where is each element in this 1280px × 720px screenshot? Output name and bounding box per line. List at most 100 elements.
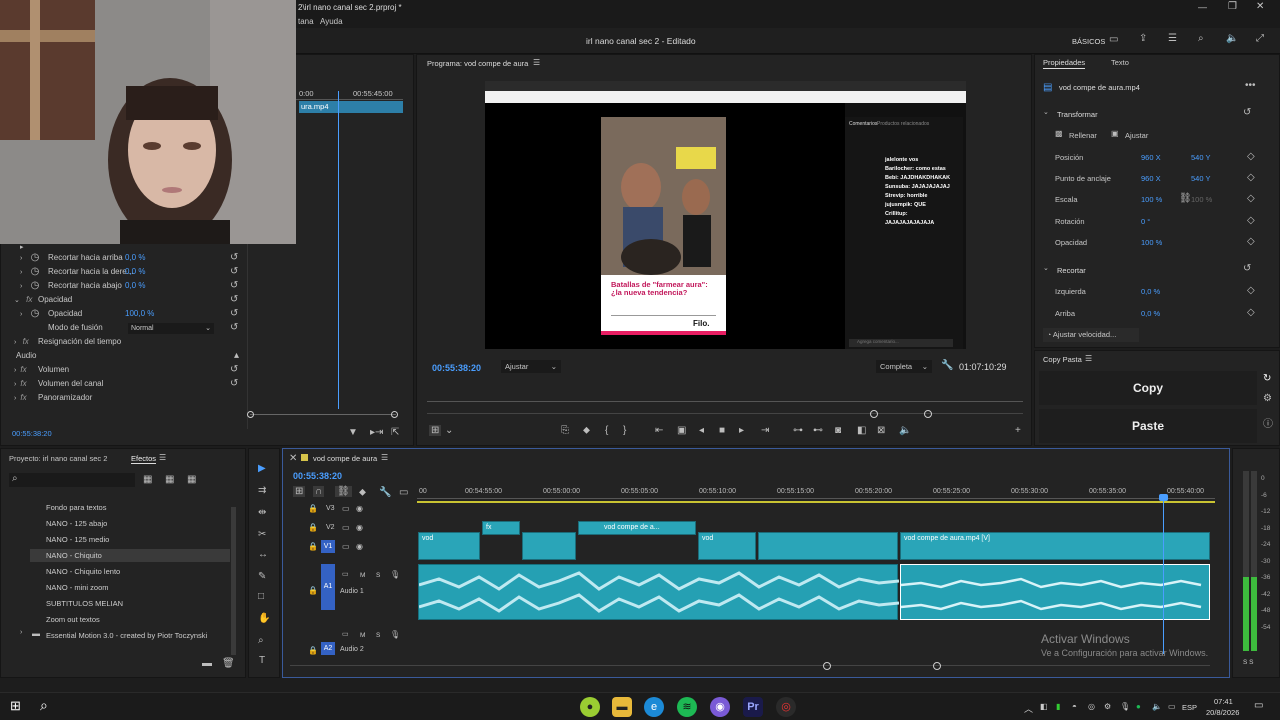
sequence-name[interactable]: vod compe de aura bbox=[313, 454, 377, 463]
scale-value[interactable]: 100 % bbox=[1141, 195, 1162, 204]
maximize-button[interactable]: ❐ bbox=[1228, 1, 1237, 12]
new-folder-icon[interactable]: ▬ bbox=[202, 658, 212, 669]
step-forward-icon[interactable]: ▸ bbox=[739, 425, 744, 436]
close-button[interactable]: ✕ bbox=[1256, 1, 1264, 12]
reset-icon[interactable]: ↺ bbox=[230, 363, 238, 377]
effect-value[interactable]: 0,0 % bbox=[125, 265, 145, 279]
nest-icon[interactable]: ⊞ bbox=[293, 486, 306, 497]
keyframe-icon[interactable]: ◇ bbox=[1247, 236, 1255, 247]
32bit-icon[interactable]: ▦ bbox=[165, 474, 174, 485]
source-playhead[interactable] bbox=[338, 91, 339, 409]
expand-icon[interactable]: › bbox=[20, 629, 22, 636]
effect-folder[interactable]: Essential Motion 3.0 - created by Piotr … bbox=[46, 631, 207, 640]
stopwatch-icon[interactable]: ◷ bbox=[31, 307, 40, 321]
network-icon[interactable]: ▭ bbox=[1168, 702, 1176, 711]
blend-select[interactable]: Normal ⌄ bbox=[128, 323, 214, 334]
track-v1[interactable]: V1 bbox=[321, 540, 335, 553]
chevron-down-icon[interactable]: ⌄ bbox=[445, 425, 453, 436]
project-scrollbar[interactable] bbox=[231, 507, 236, 655]
menu-icon[interactable]: ☰ bbox=[159, 453, 166, 462]
sync-icon[interactable]: ▭ bbox=[342, 570, 349, 578]
v1-clip[interactable] bbox=[758, 532, 898, 560]
effect-item[interactable]: NANO - 125 medio bbox=[46, 535, 109, 544]
audio-row-volume[interactable]: › fx Volumen ↺ bbox=[14, 363, 246, 377]
work-area-bar[interactable] bbox=[417, 501, 1215, 503]
keyframe-icon[interactable]: ◇ bbox=[1247, 285, 1255, 296]
link-icon[interactable]: ⛓ bbox=[1179, 193, 1192, 204]
reset-icon[interactable]: ↺ bbox=[230, 279, 238, 293]
stopwatch-icon[interactable]: ◷ bbox=[31, 279, 40, 293]
app-icon[interactable]: ● bbox=[580, 697, 600, 717]
reset-icon[interactable]: ↺ bbox=[1243, 107, 1251, 118]
timeline-timecode[interactable]: 00:55:38:20 bbox=[293, 471, 342, 481]
effect-item[interactable]: NANO - Chiquito lento bbox=[46, 567, 120, 576]
v2-clip[interactable]: fx bbox=[482, 521, 520, 535]
wrench-icon[interactable]: 🔧 bbox=[941, 360, 953, 371]
workspace-label[interactable]: BÁSICOS bbox=[1072, 37, 1105, 46]
effect-item[interactable]: Zoom out textos bbox=[46, 615, 100, 624]
scroll-handle-right[interactable] bbox=[391, 411, 398, 418]
track-select-icon[interactable]: ⇉ bbox=[258, 485, 266, 496]
mark-out-icon[interactable]: } bbox=[623, 425, 626, 436]
info-icon[interactable]: ⓘ bbox=[1263, 415, 1273, 430]
mute-button[interactable]: M bbox=[360, 572, 365, 579]
timeline-zoom-right[interactable] bbox=[933, 662, 941, 670]
quality-select[interactable]: Completa ⌄ bbox=[876, 360, 932, 373]
menu-icon[interactable]: ☰ bbox=[533, 58, 540, 67]
position-y[interactable]: 540 Y bbox=[1191, 153, 1210, 162]
minimize-button[interactable]: — bbox=[1198, 2, 1207, 12]
crop-top-value[interactable]: 0,0 % bbox=[1141, 309, 1160, 318]
a1-clip[interactable] bbox=[418, 564, 899, 620]
reset-icon[interactable]: ↺ bbox=[230, 251, 238, 265]
spotify-icon[interactable]: ≋ bbox=[677, 697, 697, 717]
scroll-handle-left[interactable] bbox=[247, 411, 254, 418]
sync-icon[interactable]: ▭ bbox=[342, 542, 350, 551]
windows-start-icon[interactable]: ⊞ bbox=[10, 698, 21, 714]
fill-icon[interactable]: ▩ bbox=[1055, 129, 1063, 138]
stopwatch-icon[interactable]: ◷ bbox=[31, 251, 40, 265]
fill-label[interactable]: Rellenar bbox=[1069, 131, 1097, 140]
filter-icon[interactable]: ▼ bbox=[348, 427, 358, 438]
lock-icon[interactable]: 🔒 bbox=[308, 523, 318, 532]
safe-margin-icon[interactable]: ▣ bbox=[677, 425, 686, 436]
premiere-icon[interactable]: Pr bbox=[743, 697, 763, 717]
obs-icon[interactable]: ◎ bbox=[776, 697, 796, 717]
tab-project[interactable]: Proyecto: irl nano canal sec 2 bbox=[9, 454, 107, 463]
reset-icon[interactable]: ↺ bbox=[230, 293, 238, 307]
v2-clip[interactable]: vod compe de a... bbox=[578, 521, 696, 535]
clock-date[interactable]: 20/8/2026 bbox=[1206, 708, 1239, 717]
linked-select-icon[interactable]: ⛓ bbox=[335, 486, 352, 497]
search-icon[interactable]: ⌕ bbox=[40, 697, 48, 714]
program-timecode[interactable]: 00:55:38:20 bbox=[432, 363, 481, 373]
sync-icon[interactable]: ▭ bbox=[342, 630, 349, 638]
tray-icon[interactable]: ⚙ bbox=[1104, 702, 1111, 711]
sync-icon[interactable]: ▭ bbox=[342, 523, 350, 532]
lock-icon[interactable]: 🔒 bbox=[308, 504, 318, 513]
spotify-tray-icon[interactable]: ● bbox=[1136, 702, 1141, 711]
selection-tool-icon[interactable]: ▶ bbox=[258, 463, 266, 474]
more-icon[interactable]: ••• bbox=[1245, 80, 1256, 91]
pen-icon[interactable]: ✎ bbox=[258, 571, 266, 582]
overwrite-icon[interactable]: ⊷ bbox=[813, 425, 823, 436]
edge-icon[interactable]: e bbox=[644, 697, 664, 717]
volume-icon[interactable]: 🔈 bbox=[1226, 33, 1238, 44]
tray-icon[interactable]: ◓ bbox=[1072, 702, 1077, 711]
keyframe-icon[interactable]: ◇ bbox=[1247, 307, 1255, 318]
paste-button[interactable]: Paste bbox=[1039, 409, 1257, 443]
time-remap-row[interactable]: › fx Resignación del tiempo bbox=[14, 335, 246, 349]
track-a1[interactable]: A1 bbox=[321, 564, 335, 610]
mute-button[interactable]: M bbox=[360, 632, 365, 639]
step-back-icon[interactable]: ◂ bbox=[699, 425, 704, 436]
tab-propiedades[interactable]: Propiedades bbox=[1043, 58, 1086, 69]
share-icon[interactable]: ⇪ bbox=[1139, 33, 1147, 44]
rotation-value[interactable]: 0 ° bbox=[1141, 217, 1150, 226]
effect-value[interactable]: 0,0 % bbox=[125, 251, 145, 265]
transform-header[interactable]: ⌄ Transformar ↺ bbox=[1043, 107, 1273, 121]
fit-select[interactable]: Ajustar ⌄ bbox=[501, 360, 561, 373]
menu-ayuda[interactable]: Ayuda bbox=[320, 17, 343, 26]
list-icon[interactable]: ☰ bbox=[1168, 33, 1177, 44]
accel-icon[interactable]: ▦ bbox=[143, 474, 152, 485]
zoom-handle-right[interactable] bbox=[924, 410, 932, 418]
export-icon[interactable]: ⇱ bbox=[391, 427, 399, 438]
razor-icon[interactable]: ✂ bbox=[258, 529, 266, 540]
